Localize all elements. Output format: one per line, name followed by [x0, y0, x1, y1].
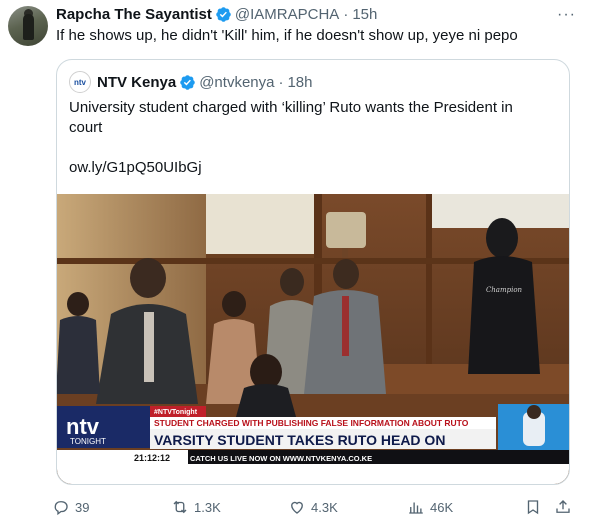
quoted-time[interactable]: 18h [287, 74, 312, 91]
bookmark-button[interactable] [524, 498, 542, 521]
channel-logo: ntv [66, 414, 100, 439]
share-button[interactable] [554, 498, 572, 521]
quoted-author-name[interactable]: NTV Kenya [97, 74, 176, 91]
reply-button[interactable]: 39 [52, 498, 89, 516]
quoted-header: ntv NTV Kenya @ntvkenya · 18h [69, 71, 313, 93]
bookmark-icon [527, 500, 539, 515]
views-button[interactable]: 46K [407, 498, 453, 516]
quoted-text: University student charged with ‘killing… [69, 99, 513, 136]
like-button[interactable]: 4.3K [288, 498, 338, 516]
news-image[interactable]: Champion ntv TONIGHT #NTVTonight STUDENT… [57, 194, 569, 484]
separator-dot: · [278, 73, 284, 91]
tweet-header: Rapcha The Sayantist @IAMRAPCHA · 15h [56, 4, 377, 24]
quoted-avatar[interactable]: ntv [69, 71, 91, 93]
channel-subtitle: TONIGHT [70, 437, 106, 446]
verified-badge-icon [180, 74, 195, 90]
strap-line-small: STUDENT CHARGED WITH PUBLISHING FALSE IN… [154, 418, 469, 428]
repost-button[interactable]: 1.3K [171, 498, 221, 516]
ticker-text: CATCH US LIVE NOW ON WWW.NTVKENYA.CO.KE [190, 454, 372, 463]
views-icon [409, 502, 423, 514]
avatar-figure [23, 14, 34, 40]
repost-count: 1.3K [194, 499, 221, 515]
share-icon [556, 500, 570, 513]
separator-dot: · [343, 5, 349, 23]
author-name[interactable]: Rapcha The Sayantist [56, 6, 212, 23]
program-tag: #NTVTonight [154, 409, 198, 416]
tweet-text: If he shows up, he didn't 'Kill' him, if… [56, 27, 518, 44]
author-handle[interactable]: @IAMRAPCHA [235, 6, 339, 23]
like-count: 4.3K [311, 499, 338, 515]
reply-count: 39 [75, 499, 90, 515]
hoodie-text: Champion [486, 286, 523, 294]
reply-icon [54, 501, 68, 516]
courtroom-scene: Champion ntv TONIGHT #NTVTonight STUDENT… [57, 194, 569, 484]
views-count: 46K [430, 499, 454, 515]
strap-line-big: VARSITY STUDENT TAKES RUTO HEAD ON [154, 432, 445, 448]
action-bar: 39 1.3K 4.3K 46K [52, 498, 577, 518]
tweet-time[interactable]: 15h [352, 6, 377, 23]
quoted-tweet[interactable]: ntv NTV Kenya @ntvkenya · 18h University… [56, 59, 570, 485]
author-avatar[interactable] [8, 6, 48, 46]
quoted-link[interactable]: ow.ly/G1pQ50UIbGj [69, 158, 202, 178]
broadcast-clock: 21:12:12 [134, 453, 170, 463]
repost-icon [173, 500, 187, 514]
verified-badge-icon [216, 6, 231, 22]
like-icon [291, 501, 303, 514]
quoted-handle[interactable]: @ntvkenya [199, 74, 274, 91]
more-icon[interactable]: ··· [557, 6, 576, 24]
